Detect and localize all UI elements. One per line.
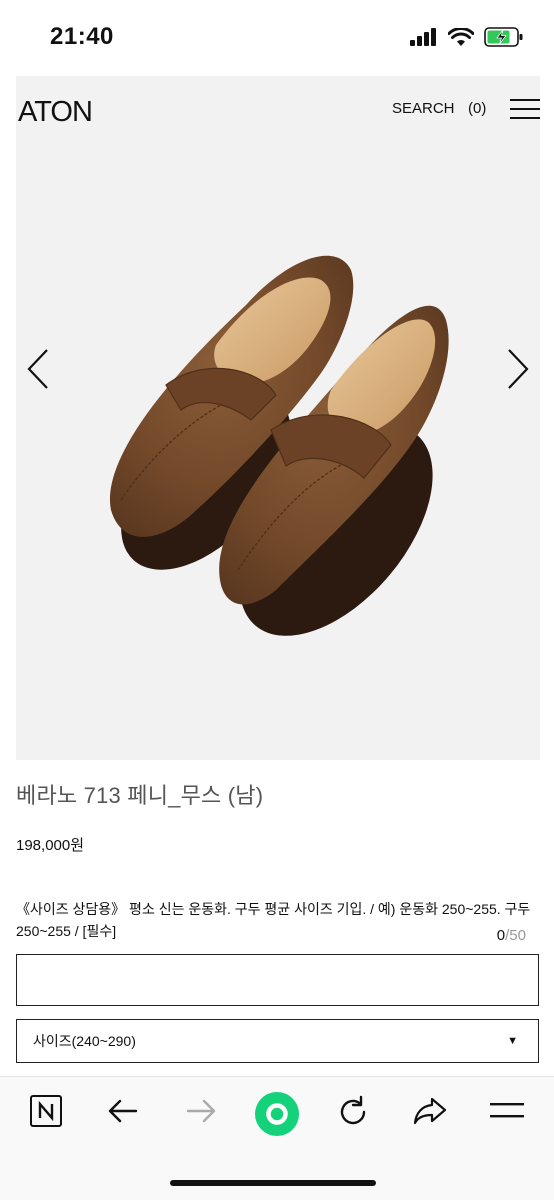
size-select[interactable]: 사이즈(240~290) ▼ — [16, 1019, 539, 1063]
site-header: ATON SEARCH (0) — [16, 76, 540, 140]
size-note-label: 《사이즈 상담용》 평소 신는 운동화. 구두 평균 사이즈 기입. / 예) … — [16, 901, 531, 939]
size-note-input[interactable] — [16, 954, 539, 1006]
char-counter: 0/50 — [497, 927, 526, 944]
site-logo[interactable]: ATON — [18, 96, 93, 129]
status-time: 21:40 — [50, 23, 114, 50]
hamburger-menu-icon[interactable] — [510, 98, 540, 120]
wifi-icon — [448, 27, 474, 46]
naver-n-icon[interactable] — [30, 1095, 62, 1127]
dropdown-triangle-icon: ▼ — [507, 1035, 518, 1047]
share-icon[interactable] — [412, 1095, 448, 1127]
chevron-right-icon[interactable] — [506, 348, 530, 390]
cart-count[interactable]: (0) — [468, 100, 486, 117]
char-count-current: 0 — [496, 927, 506, 944]
forward-arrow-icon[interactable] — [184, 1095, 218, 1127]
home-green-circle-icon[interactable] — [254, 1091, 300, 1137]
size-select-value: 사이즈(240~290) — [33, 1033, 136, 1049]
home-indicator — [170, 1180, 376, 1186]
search-link[interactable]: SEARCH — [392, 100, 455, 117]
char-count-max: /50 — [505, 927, 526, 944]
chevron-left-icon[interactable] — [26, 348, 50, 390]
menu-lines-icon[interactable] — [490, 1101, 524, 1121]
battery-charging-icon — [484, 27, 523, 47]
status-icons — [410, 27, 524, 47]
product-name: 베라노 713 페니_무스 (남) — [16, 783, 264, 808]
product-image[interactable] — [16, 140, 540, 760]
reload-icon[interactable] — [336, 1095, 370, 1129]
status-bar: 21:40 — [0, 0, 554, 80]
back-arrow-icon[interactable] — [106, 1095, 140, 1127]
product-price: 198,000원 — [16, 837, 85, 854]
loafer-illustration — [109, 255, 449, 636]
signal-icon — [410, 28, 436, 46]
